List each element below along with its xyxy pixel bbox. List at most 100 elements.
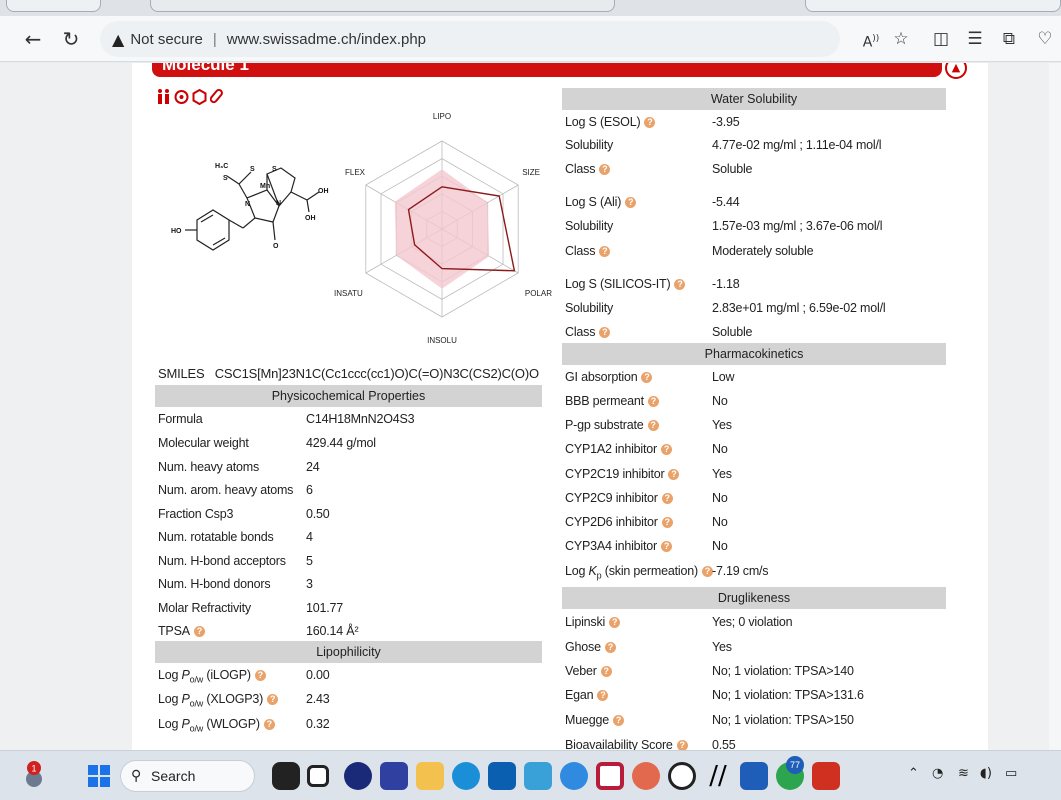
property-label: CYP3A4 inhibitor? bbox=[565, 539, 672, 553]
info-icon[interactable]: ? bbox=[600, 666, 612, 677]
info-icon[interactable]: ? bbox=[674, 279, 686, 290]
label-part: Log bbox=[565, 564, 589, 578]
property-value: C14H18MnN2O4S3 bbox=[306, 412, 415, 426]
tray-chevron-icon[interactable]: ⌃ bbox=[908, 766, 919, 781]
page-scrollbar[interactable] bbox=[1049, 63, 1061, 750]
label-part: (iLOGP) bbox=[203, 668, 251, 682]
mcafee-icon[interactable] bbox=[596, 762, 624, 790]
collections-icon[interactable]: ⧉ bbox=[996, 26, 1022, 52]
task-view-icon[interactable] bbox=[307, 765, 329, 787]
property-value: Yes bbox=[712, 418, 732, 432]
property-label: Solubility bbox=[565, 138, 613, 152]
smiles-value[interactable]: CSC1S[Mn]23N1C(Cc1ccc(cc1)O)C(=O)N3C(CS2… bbox=[215, 366, 539, 381]
store-icon[interactable] bbox=[488, 762, 516, 790]
favorite-star-icon[interactable]: ☆ bbox=[888, 26, 914, 52]
info-icon[interactable]: ? bbox=[661, 541, 672, 552]
warning-icon[interactable]: ▲ bbox=[112, 30, 124, 49]
app-icon-4[interactable] bbox=[668, 762, 696, 790]
app-icon-2[interactable] bbox=[560, 762, 588, 790]
info-icon[interactable]: ? bbox=[597, 690, 609, 701]
battery-icon[interactable]: ▭ bbox=[1005, 766, 1017, 781]
label-part: o/w bbox=[189, 723, 204, 734]
label-text: Log S (SILICOS-IT) bbox=[565, 277, 671, 291]
app-icon-3[interactable] bbox=[632, 762, 660, 790]
weather-widget-icon[interactable]: 1 bbox=[22, 759, 46, 793]
label-text: CYP2C9 inhibitor bbox=[565, 491, 658, 505]
info-icon[interactable]: ? bbox=[661, 493, 673, 504]
info-icon[interactable]: ? bbox=[193, 626, 205, 637]
molecule-title-bar: Molecule 1 bbox=[152, 63, 942, 77]
refresh-icon[interactable]: ↻ bbox=[58, 26, 84, 52]
wifi-icon[interactable]: ≋ bbox=[958, 766, 969, 781]
more-icon[interactable]: ♡ bbox=[1035, 26, 1055, 52]
info-icon[interactable]: ? bbox=[604, 642, 616, 653]
teams-icon[interactable] bbox=[344, 762, 372, 790]
property-label: Bioavailability Score? bbox=[565, 738, 688, 750]
info-icon[interactable]: ? bbox=[668, 469, 680, 480]
structure-atom-label: S bbox=[223, 175, 228, 182]
back-icon[interactable]: ← bbox=[20, 26, 46, 52]
word-icon[interactable] bbox=[740, 762, 768, 790]
info-icon[interactable]: ? bbox=[676, 740, 688, 750]
info-icon[interactable]: ? bbox=[599, 246, 611, 257]
url-bar[interactable]: ▲ Not secure | www.swissadme.ch/index.ph… bbox=[100, 21, 840, 57]
label-text: Class bbox=[565, 162, 596, 176]
property-value: 3 bbox=[306, 577, 313, 591]
info-icon[interactable]: ? bbox=[609, 617, 621, 628]
label-text: Bioavailability Score bbox=[565, 738, 673, 750]
property-label: Molecular weight bbox=[158, 436, 249, 450]
slash-app-icon[interactable]: // bbox=[704, 762, 732, 790]
property-value: No; 1 violation: TPSA>131.6 bbox=[712, 688, 864, 702]
info-icon[interactable]: ? bbox=[599, 327, 611, 338]
browser-tab[interactable] bbox=[805, 0, 1061, 12]
copilot-icon[interactable] bbox=[272, 762, 300, 790]
file-explorer-icon[interactable] bbox=[416, 762, 444, 790]
label-part: (WLOGP) bbox=[203, 717, 260, 731]
label-part: P bbox=[181, 692, 190, 706]
people-icon[interactable] bbox=[156, 88, 171, 105]
property-value: 2.83e+01 mg/ml ; 6.59e-02 mol/l bbox=[712, 301, 886, 315]
property-label: Egan? bbox=[565, 688, 609, 702]
chrome-icon[interactable]: 77 bbox=[776, 756, 804, 790]
label-text: P-gp substrate bbox=[565, 418, 644, 432]
favorites-list-icon[interactable]: ☰ bbox=[962, 26, 988, 52]
volume-icon[interactable]: ◖) bbox=[980, 766, 992, 781]
security-label[interactable]: Not secure bbox=[130, 31, 203, 48]
info-icon[interactable]: ? bbox=[647, 396, 659, 407]
pharmacokinetics-header: Pharmacokinetics bbox=[562, 343, 946, 365]
info-icon[interactable]: ? bbox=[625, 197, 637, 208]
info-icon[interactable]: ? bbox=[661, 517, 673, 528]
hexagon-icon[interactable] bbox=[192, 88, 207, 106]
info-icon[interactable]: ? bbox=[661, 444, 672, 455]
label-text: Solubility bbox=[565, 219, 614, 233]
property-value: Yes bbox=[712, 640, 732, 654]
browser-tab-active[interactable] bbox=[150, 0, 615, 12]
app-icon[interactable] bbox=[380, 762, 408, 790]
info-icon[interactable]: ? bbox=[254, 670, 266, 681]
split-screen-icon[interactable]: ◫ bbox=[928, 26, 954, 52]
taskbar-search[interactable]: ⚲ Search bbox=[120, 760, 255, 792]
info-icon[interactable]: ? bbox=[647, 420, 659, 431]
label-part: o/w bbox=[189, 674, 204, 685]
browser-tab[interactable] bbox=[6, 0, 101, 12]
property-value: 101.77 bbox=[306, 601, 344, 615]
hp-icon[interactable] bbox=[524, 762, 552, 790]
info-icon[interactable]: ? bbox=[641, 372, 653, 383]
url-separator: | bbox=[212, 30, 217, 48]
lipophilicity-header: Lipophilicity bbox=[155, 641, 542, 663]
target-icon[interactable] bbox=[174, 88, 189, 105]
info-icon[interactable]: ? bbox=[599, 164, 611, 175]
info-icon[interactable]: ? bbox=[644, 117, 656, 128]
property-value: No bbox=[712, 491, 728, 505]
info-icon[interactable]: ? bbox=[267, 694, 279, 705]
edge-icon[interactable] bbox=[452, 762, 480, 790]
url-text[interactable]: www.swissadme.ch/index.php bbox=[227, 31, 426, 48]
read-aloud-icon[interactable]: A)) bbox=[858, 26, 884, 52]
windows-start-icon[interactable] bbox=[88, 765, 110, 787]
info-icon[interactable]: ? bbox=[612, 715, 624, 726]
info-icon[interactable]: ? bbox=[263, 719, 275, 730]
pill-icon[interactable] bbox=[209, 88, 225, 105]
tray-app-icon[interactable]: ◔ bbox=[932, 766, 943, 781]
babel-icon[interactable] bbox=[812, 762, 840, 790]
search-icon: ⚲ bbox=[131, 768, 142, 784]
